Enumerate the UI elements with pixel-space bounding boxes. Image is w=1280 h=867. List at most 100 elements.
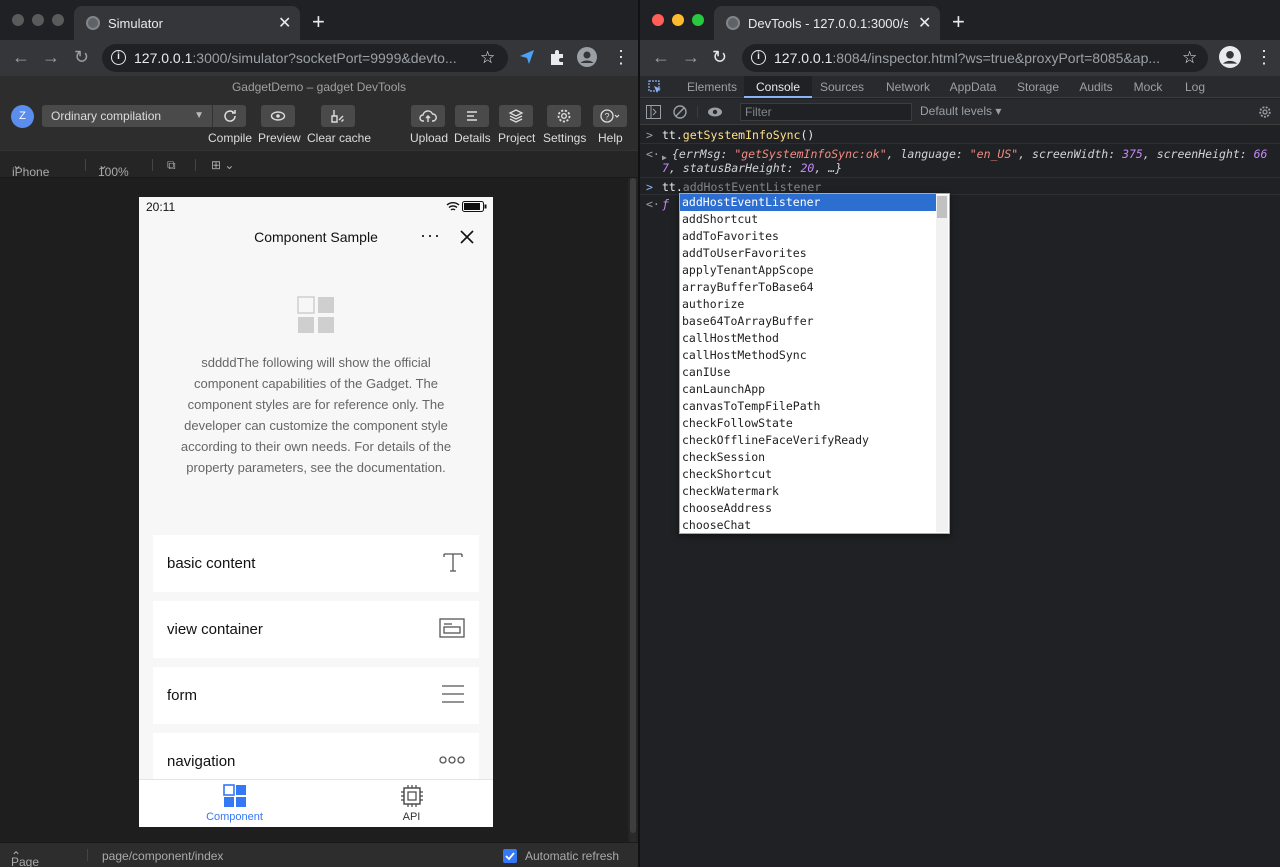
autocomplete-item[interactable]: canIUse	[680, 364, 936, 381]
zoom-window-button[interactable]	[52, 14, 64, 26]
autocomplete-item[interactable]: checkShortcut	[680, 466, 936, 483]
scrollbar-thumb[interactable]	[937, 196, 947, 218]
close-window-button[interactable]	[652, 14, 664, 26]
device-select[interactable]: iPhone 7 ⌄	[12, 158, 49, 193]
autocomplete-item[interactable]: addToUserFavorites	[680, 245, 936, 262]
tab-network[interactable]: Network	[878, 76, 938, 98]
tab-sources[interactable]: Sources	[812, 76, 872, 98]
vertical-scrollbar[interactable]	[630, 178, 636, 842]
tab-log[interactable]: Log	[1174, 76, 1216, 98]
autocomplete-item[interactable]: addToFavorites	[680, 228, 936, 245]
tab-elements[interactable]: Elements	[680, 76, 744, 98]
tab-console[interactable]: Console	[744, 76, 812, 98]
minimize-window-button[interactable]	[672, 14, 684, 26]
tab-mock[interactable]: Mock	[1126, 76, 1170, 98]
url-field[interactable]: i 127.0.0.1:8084/inspector.html?ws=true&…	[742, 44, 1208, 72]
bookmark-star-icon[interactable]: ☆	[1182, 48, 1197, 68]
clear-cache-label: Clear cache	[307, 131, 372, 145]
autocomplete-dropdown[interactable]: addHostEventListener addShortcut addToFa…	[679, 193, 950, 534]
info-icon[interactable]: i	[111, 50, 126, 65]
tab-component[interactable]: Component	[146, 784, 323, 823]
project-button[interactable]	[499, 105, 533, 127]
back-button[interactable]: ←	[12, 47, 30, 68]
forward-button[interactable]: →	[682, 47, 700, 68]
url-field[interactable]: i 127.0.0.1:3000/simulator?socketPort=99…	[102, 44, 508, 72]
close-window-button[interactable]	[12, 14, 24, 26]
tab-storage[interactable]: Storage	[1010, 76, 1066, 98]
back-button[interactable]: ←	[652, 47, 670, 68]
clear-console-icon[interactable]	[673, 105, 687, 119]
more-icon[interactable]: ···	[420, 215, 441, 255]
tab-audits[interactable]: Audits	[1072, 76, 1120, 98]
reload-button[interactable]: ↻	[712, 47, 727, 68]
console-filter-input[interactable]: Filter	[740, 103, 912, 121]
autocomplete-item[interactable]: chooseAddress	[680, 500, 936, 517]
eye-icon[interactable]	[707, 106, 723, 118]
preview-button[interactable]	[261, 105, 295, 127]
url-text: 127.0.0.1:8084/inspector.html?ws=true&pr…	[774, 50, 1161, 66]
info-icon[interactable]: i	[751, 50, 766, 65]
tab-simulator[interactable]: Simulator ✕	[74, 6, 300, 40]
tab-appdata[interactable]: AppData	[944, 76, 1002, 98]
chrome-menu-icon[interactable]: ⋮	[612, 47, 630, 68]
compile-button[interactable]	[212, 105, 246, 127]
forward-button[interactable]: →	[42, 47, 60, 68]
prompt-input[interactable]: tt.addHostEventListener	[662, 180, 821, 194]
autocomplete-item[interactable]: addShortcut	[680, 211, 936, 228]
autocomplete-scrollbar[interactable]	[936, 195, 948, 532]
clear-cache-button[interactable]	[321, 105, 355, 127]
autocomplete-item[interactable]: authorize	[680, 296, 936, 313]
minimize-window-button[interactable]	[32, 14, 44, 26]
list-item-form[interactable]: form	[153, 667, 479, 724]
zoom-window-button[interactable]	[692, 14, 704, 26]
profile-avatar-icon[interactable]	[1219, 46, 1241, 68]
profile-avatar-icon[interactable]	[577, 47, 597, 67]
list-item-view-container[interactable]: view container	[153, 601, 479, 658]
page-path-toggle[interactable]: Page path ⌃	[11, 849, 39, 867]
details-button[interactable]	[455, 105, 489, 127]
autocomplete-item[interactable]: callHostMethod	[680, 330, 936, 347]
default-levels-select[interactable]: Default levels ▾	[920, 104, 1001, 118]
close-tab-icon[interactable]: ✕	[918, 13, 931, 33]
extensions-puzzle-icon[interactable]	[548, 48, 566, 66]
autocomplete-item[interactable]: checkSession	[680, 449, 936, 466]
compile-mode-select[interactable]: Ordinary compilation ▼	[42, 105, 212, 127]
close-tab-icon[interactable]: ✕	[278, 13, 291, 33]
zoom-select[interactable]: 100% ⌄	[98, 158, 129, 179]
autocomplete-item[interactable]: addHostEventListener	[680, 194, 936, 211]
reload-button[interactable]: ↻	[74, 47, 89, 68]
upload-button[interactable]	[411, 105, 445, 127]
settings-button[interactable]	[547, 105, 581, 127]
tab-devtools[interactable]: DevTools - 127.0.0.1:3000/simu ✕	[714, 6, 940, 40]
scrollbar-thumb[interactable]	[630, 178, 636, 833]
autocomplete-item[interactable]: chooseChat	[680, 517, 936, 534]
gear-icon[interactable]	[1258, 105, 1272, 119]
new-tab-button[interactable]: +	[952, 9, 965, 35]
inspect-element-icon[interactable]	[648, 80, 662, 94]
send-extension-icon[interactable]	[518, 48, 536, 66]
autocomplete-item[interactable]: arrayBufferToBase64	[680, 279, 936, 296]
help-button[interactable]: ?	[593, 105, 627, 127]
auto-refresh-checkbox[interactable]	[503, 849, 517, 863]
sidebar-toggle-icon[interactable]	[646, 105, 661, 119]
autocomplete-item[interactable]: checkFollowState	[680, 415, 936, 432]
autocomplete-item[interactable]: callHostMethodSync	[680, 347, 936, 364]
grid-menu-icon[interactable]: ⊞ ⌄	[211, 158, 234, 172]
tab-api[interactable]: API	[323, 784, 493, 823]
autocomplete-item[interactable]: base64ToArrayBuffer	[680, 313, 936, 330]
bookmark-star-icon[interactable]: ☆	[480, 48, 495, 68]
separator	[195, 159, 196, 171]
autocomplete-item[interactable]: checkOfflineFaceVerifyReady	[680, 432, 936, 449]
autocomplete-item[interactable]: applyTenantAppScope	[680, 262, 936, 279]
chrome-menu-icon[interactable]: ⋮	[1255, 47, 1273, 68]
user-avatar[interactable]: Z	[11, 105, 34, 128]
rotate-icon[interactable]: ⧉	[167, 158, 176, 173]
close-icon[interactable]	[460, 230, 474, 244]
new-tab-button[interactable]: +	[312, 9, 325, 35]
autocomplete-item[interactable]: canLaunchApp	[680, 381, 936, 398]
autocomplete-item[interactable]: canvasToTempFilePath	[680, 398, 936, 415]
autocomplete-item[interactable]: checkWatermark	[680, 483, 936, 500]
tab-label: API	[402, 811, 421, 823]
chip-icon	[400, 785, 423, 807]
list-item-basic-content[interactable]: basic content	[153, 535, 479, 592]
